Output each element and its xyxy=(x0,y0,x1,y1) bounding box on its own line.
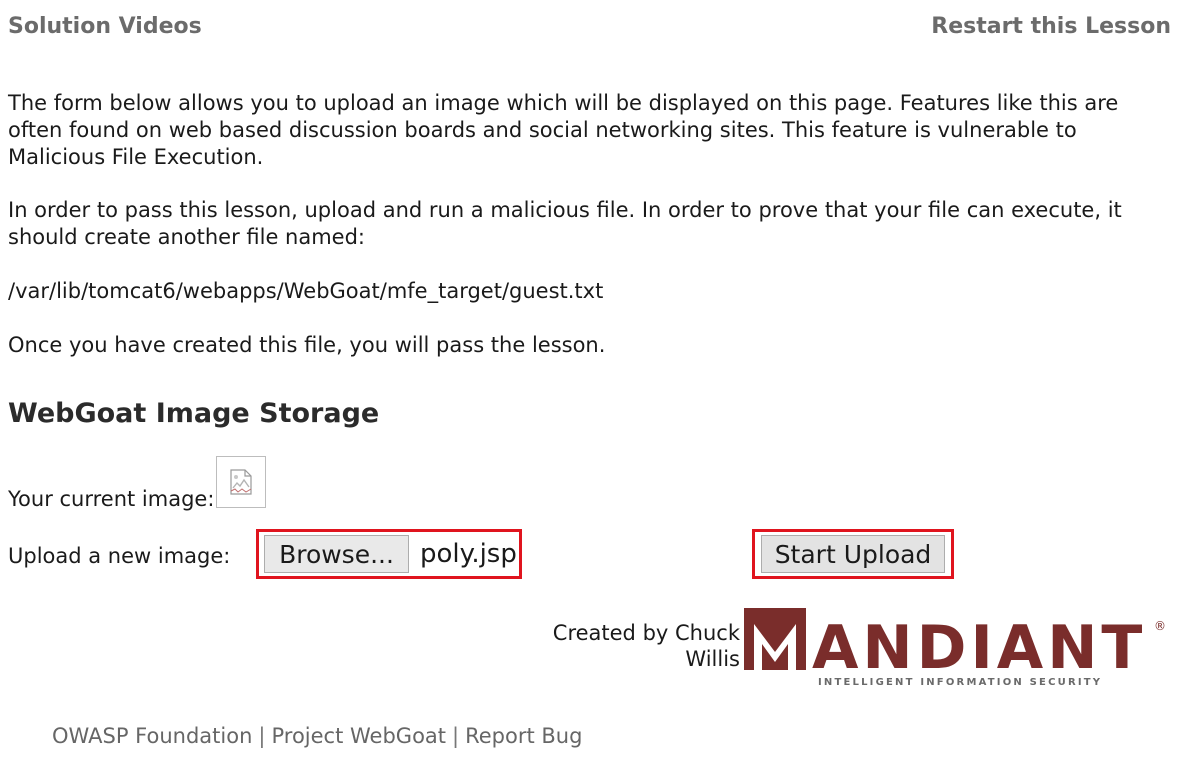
solution-videos-link[interactable]: Solution Videos xyxy=(8,14,202,39)
broken-image-icon xyxy=(230,469,253,495)
lesson-instructions: In order to pass this lesson, upload and… xyxy=(8,198,1122,249)
owasp-foundation-link[interactable]: OWASP Foundation xyxy=(52,724,252,748)
current-image-row: Your current image: xyxy=(8,454,267,512)
file-input-highlight: Browse... poly.jsp xyxy=(256,529,522,579)
target-file-path: /var/lib/tomcat6/webapps/WebGoat/mfe_tar… xyxy=(8,279,604,303)
selected-file-name: poly.jsp xyxy=(420,539,517,569)
upload-label: Upload a new image: xyxy=(8,544,231,568)
footer: OWASP Foundation | Project WebGoat | Report … xyxy=(52,724,582,748)
footer-separator: | xyxy=(452,724,460,748)
pass-condition-text: Once you have created this file, you wil… xyxy=(8,333,606,357)
mandiant-tagline: INTELLIGENT INFORMATION SECURITY xyxy=(818,677,1103,688)
upload-button-highlight: Start Upload xyxy=(752,529,954,579)
restart-lesson-link[interactable]: Restart this Lesson xyxy=(931,14,1171,39)
registered-mark: ® xyxy=(1154,619,1166,633)
report-bug-link[interactable]: Report Bug xyxy=(465,724,582,748)
footer-separator: | xyxy=(258,724,266,748)
browse-button[interactable]: Browse... xyxy=(264,535,409,573)
current-image xyxy=(216,456,267,508)
created-by-credit: Created by Chuck Willis xyxy=(552,621,740,671)
mandiant-wordmark: ANDIANT xyxy=(812,613,1146,683)
project-webgoat-link[interactable]: Project WebGoat xyxy=(271,724,446,748)
lesson-description: The form below allows you to upload an i… xyxy=(8,91,1119,169)
current-image-label: Your current image: xyxy=(8,487,215,511)
image-storage-title: WebGoat Image Storage xyxy=(8,398,380,429)
start-upload-button[interactable]: Start Upload xyxy=(761,535,945,573)
